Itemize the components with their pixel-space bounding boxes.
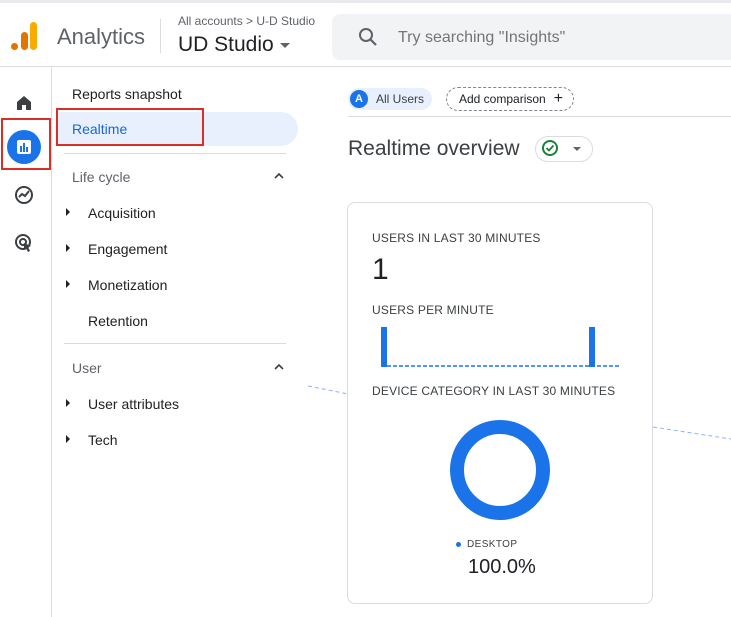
- expand-arrow-icon[interactable]: [66, 244, 70, 252]
- minute-bar: [381, 327, 387, 367]
- page-title: Realtime overview: [348, 137, 520, 160]
- realtime-highlight-box: [56, 108, 204, 146]
- plus-icon: +: [553, 90, 564, 107]
- reports-highlight-box: [1, 118, 51, 170]
- expand-arrow-icon[interactable]: [66, 280, 70, 288]
- desktop-legend-label: DESKTOP: [467, 539, 518, 550]
- nav-monetization[interactable]: Monetization: [88, 277, 167, 293]
- device-donut-chart[interactable]: [448, 418, 552, 522]
- background-dashed-line: [308, 385, 349, 395]
- nav-engagement[interactable]: Engagement: [88, 241, 167, 257]
- caret-down-icon: [279, 42, 290, 48]
- main-divider: [348, 116, 731, 117]
- main-content: A All Users Add comparison + Realtime ov…: [308, 67, 731, 617]
- desktop-slice: [450, 420, 550, 520]
- check-circle-icon: [542, 140, 558, 156]
- nav-user-attributes[interactable]: User attributes: [88, 396, 179, 412]
- comparison-chip-all-users[interactable]: A All Users: [348, 88, 433, 110]
- property-selector[interactable]: UD Studio: [178, 33, 290, 57]
- chevron-up-icon[interactable]: [274, 362, 284, 372]
- device-legend: DESKTOP: [456, 539, 517, 550]
- header-divider: [160, 19, 161, 53]
- advertising-icon[interactable]: [8, 227, 40, 259]
- expand-arrow-icon[interactable]: [66, 435, 70, 443]
- home-icon[interactable]: [8, 87, 40, 119]
- nav-divider: [64, 343, 286, 344]
- app-name: Analytics: [57, 24, 146, 49]
- nav-acquisition[interactable]: Acquisition: [88, 205, 156, 221]
- desktop-legend-dot: [456, 542, 461, 547]
- top-bar: Analytics All accounts > U-D Studio UD S…: [0, 0, 731, 67]
- minute-bar: [589, 327, 595, 367]
- lifecycle-section-label[interactable]: Life cycle: [72, 169, 130, 185]
- users-30-min-value: 1: [372, 253, 389, 286]
- status-dropdown[interactable]: [535, 136, 593, 162]
- comparison-chip-label: All Users: [376, 92, 425, 106]
- expand-arrow-icon[interactable]: [66, 399, 70, 407]
- search-icon: [359, 28, 377, 46]
- analytics-logo-icon[interactable]: [10, 21, 38, 51]
- property-name: UD Studio: [178, 33, 274, 56]
- explore-icon[interactable]: [8, 179, 40, 211]
- desktop-percent: 100.0%: [468, 556, 536, 578]
- realtime-card: USERS IN LAST 30 MINUTES 1 USERS PER MIN…: [347, 202, 653, 604]
- nav-reports-snapshot[interactable]: Reports snapshot: [72, 86, 182, 102]
- users-30-min-label: USERS IN LAST 30 MINUTES: [372, 231, 541, 245]
- search-bar[interactable]: [332, 14, 731, 60]
- user-section-label[interactable]: User: [72, 360, 102, 376]
- nav-tech[interactable]: Tech: [88, 432, 118, 448]
- device-category-label: DEVICE CATEGORY IN LAST 30 MINUTES: [372, 384, 616, 398]
- background-dashed-line: [653, 426, 731, 440]
- chevron-up-icon[interactable]: [274, 171, 284, 181]
- breadcrumb[interactable]: All accounts > U-D Studio: [178, 14, 315, 28]
- expand-arrow-icon[interactable]: [66, 208, 70, 216]
- users-per-minute-chart[interactable]: [372, 325, 622, 369]
- nav-retention[interactable]: Retention: [88, 313, 148, 329]
- add-comparison-button[interactable]: Add comparison +: [446, 87, 575, 111]
- user-avatar-icon: A: [350, 90, 368, 108]
- reports-nav: Reports snapshot Realtime Life cycle Acq…: [52, 67, 310, 617]
- add-comparison-label: Add comparison: [459, 92, 546, 106]
- users-per-minute-label: USERS PER MINUTE: [372, 303, 494, 317]
- search-input[interactable]: [396, 28, 720, 48]
- nav-divider: [64, 153, 286, 154]
- caret-down-icon: [573, 147, 581, 151]
